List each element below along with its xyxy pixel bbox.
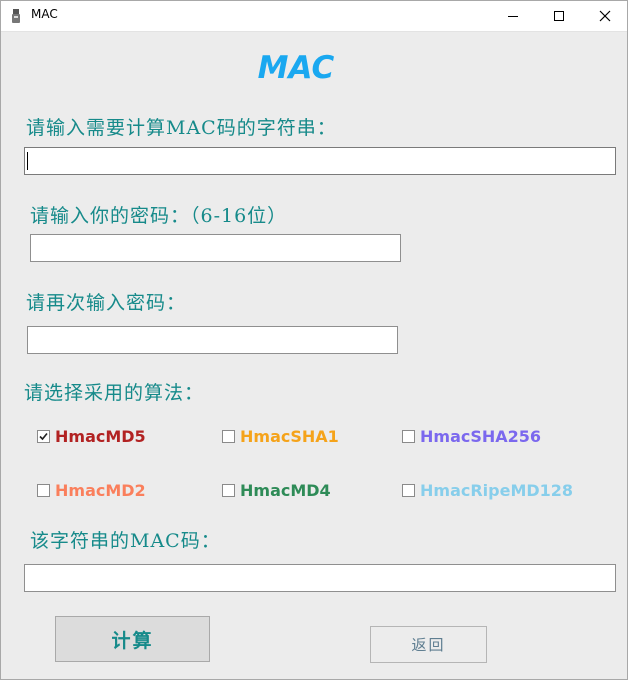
hmacsha256-checkbox[interactable] [402,429,415,443]
minimize-button[interactable] [490,0,536,31]
confirm-password-field[interactable] [27,326,398,354]
close-button[interactable] [582,0,628,31]
algo-hmacmd4[interactable]: HmacMD4 [222,480,331,500]
hmacmd5-checkbox[interactable] [37,429,50,443]
window-title: MAC [31,7,58,21]
hmacsha1-checkbox[interactable] [222,429,235,443]
hmacsha1-label: HmacSHA1 [240,426,339,446]
input-string-field[interactable] [24,147,616,175]
hmacmd2-label: HmacMD2 [55,480,146,500]
hmacmd4-checkbox[interactable] [222,483,235,497]
algorithm-label: 请选择采用的算法： [24,382,205,404]
app-icon [9,8,23,24]
mac-result-label: 该字符串的MAC码： [30,530,221,552]
back-button[interactable]: 返回 [370,626,487,663]
hmacmd4-label: HmacMD4 [240,480,331,500]
algo-hmacsha1[interactable]: HmacSHA1 [222,426,339,446]
hmacmd2-checkbox[interactable] [37,483,50,497]
hmacmd5-label: HmacMD5 [55,426,146,446]
algo-hmacmd5[interactable]: HmacMD5 [37,426,146,446]
algo-hmacripemd128[interactable]: HmacRipeMD128 [402,480,573,500]
calculate-button[interactable]: 计算 [55,616,210,662]
maximize-icon [554,10,564,21]
hmacsha256-label: HmacSHA256 [420,426,542,446]
password-field[interactable] [30,234,401,262]
confirm-password-label: 请再次输入密码： [26,292,187,314]
checkmark-icon [39,432,48,440]
mac-result-field[interactable] [24,564,616,592]
text-caret [27,152,28,170]
maximize-button[interactable] [536,0,582,31]
page-title: MAC [257,50,335,86]
input-string-label: 请输入需要计算MAC码的字符串： [26,117,337,139]
password-label: 请输入你的密码：（6-16位） [30,205,288,227]
algo-hmacsha256[interactable]: HmacSHA256 [402,426,541,446]
algo-hmacmd2[interactable]: HmacMD2 [37,480,146,500]
hmacripemd128-checkbox[interactable] [402,483,415,497]
hmacripemd128-label: HmacRipeMD128 [420,480,574,500]
title-bar: MAC [0,0,628,32]
close-icon [599,10,611,21]
minimize-icon [508,15,518,17]
